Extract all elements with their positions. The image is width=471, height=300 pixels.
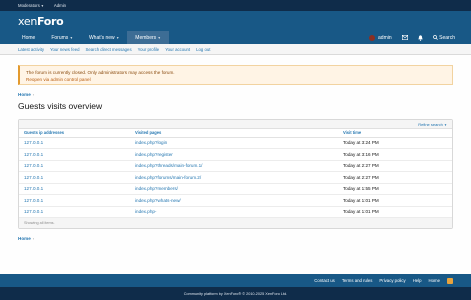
table-row: 127.0.0.1 index.php?login Today at 3:24 PM [19,137,452,149]
column-header-pages[interactable]: Visited pages [130,129,338,138]
table-footer: Showing all items. [19,218,452,228]
search-button[interactable]: Search [428,31,460,44]
chevron-down-icon: ▼ [444,122,447,127]
footer-help[interactable]: Help [413,278,422,283]
time-cell: Today at 1:01 PM [338,194,452,207]
subnav-latest-activity[interactable]: Latest activity [18,47,44,52]
chevron-right-icon: › [32,236,35,241]
breadcrumb-bottom: Home › [18,236,453,241]
chevron-right-icon: › [32,92,35,97]
staff-bar: Moderators ▼ Admin [0,0,471,11]
page-cell[interactable]: index.php?forums/main-forum.2/ [130,171,338,184]
subnav-your-profile[interactable]: Your profile [138,47,160,52]
moderators-label: Moderators [18,3,40,8]
main-content: The forum is currently closed. Only admi… [0,65,471,241]
chevron-down-icon: ▼ [116,35,120,40]
nav-tab-members[interactable]: Members ▼ [127,31,169,44]
site-logo[interactable]: xenForo [18,14,64,28]
main-nav: Home Forums ▼ What's new ▼ Members ▼ admin … [0,31,471,44]
nav-tab-label: Members [135,34,157,41]
filter-bar: Refine search ▼ [19,120,452,129]
table-row: 127.0.0.1 index.php?threads/main-forum.1/… [19,160,452,172]
nav-tab-label: Home [22,34,36,41]
search-icon [432,35,438,40]
bell-icon [418,34,423,41]
ip-cell[interactable]: 127.0.0.1 [19,171,130,184]
subnav-search-messages[interactable]: Search direct messages [86,47,132,52]
time-cell: Today at 1:55 PM [338,183,452,195]
table-row: 127.0.0.1 index.php?forums/main-forum.2/T… [19,171,452,184]
breadcrumb: Home › [18,92,453,97]
ip-cell[interactable]: 127.0.0.1 [19,206,130,218]
footer-contact-us[interactable]: Contact us [314,278,335,283]
ip-cell[interactable]: 127.0.0.1 [19,137,130,149]
sub-nav: Latest activity Your news feed Search di… [0,44,471,55]
time-cell: Today at 2:27 PM [338,171,452,184]
visits-table: Guests ip addresses Visited pages Visit … [19,129,452,218]
page-cell[interactable]: index.php?login [130,137,338,149]
site-header: xenForo [0,11,471,31]
page-cell[interactable]: index.php?register [130,148,338,161]
subnav-news-feed[interactable]: Your news feed [50,47,79,52]
search-label: Search [439,34,455,41]
column-header-ip[interactable]: Guests ip addresses [19,129,130,138]
logo-part-1: xen [18,14,38,28]
chevron-down-icon: ▼ [40,3,44,8]
forum-closed-notice: The forum is currently closed. Only admi… [18,65,453,85]
chevron-down-icon: ▼ [69,35,73,40]
nav-tab-forums[interactable]: Forums ▼ [43,31,81,44]
table-row: 127.0.0.1 index.php- Today at 1:01 PM [19,206,452,218]
column-header-time[interactable]: Visit time [338,129,452,138]
page-cell[interactable]: index.php?members/ [130,183,338,195]
table-row: 127.0.0.1 index.php?members/Today at 1:55… [19,183,452,195]
account-menu[interactable]: admin [364,31,397,44]
reopen-link[interactable]: Reopen via admin control panel [26,77,91,82]
time-cell: Today at 2:27 PM [338,160,452,172]
ip-cell[interactable]: 127.0.0.1 [19,183,130,195]
table-header-row: Guests ip addresses Visited pages Visit … [19,129,452,138]
time-cell: Today at 3:16 PM [338,148,452,161]
username-label: admin [378,34,392,41]
breadcrumb-home[interactable]: Home [18,236,31,241]
rss-icon[interactable] [447,277,453,284]
subnav-your-account[interactable]: Your account [165,47,190,52]
copyright-text: Community platform by XenForo® © 2010-20… [183,291,288,296]
page-title: Guests visits overview [18,101,103,111]
avatar [368,34,375,41]
subnav-log-out[interactable]: Log out [196,47,210,52]
ip-cell[interactable]: 127.0.0.1 [19,148,130,161]
footer-privacy[interactable]: Privacy policy [379,278,405,283]
time-cell: Today at 3:24 PM [338,137,452,149]
nav-tab-home[interactable]: Home [14,31,43,44]
page-cell[interactable]: index.php- [130,206,338,218]
table-row: 127.0.0.1 index.php?register Today at 3:16… [19,148,452,161]
inbox-button[interactable] [397,31,413,44]
alerts-button[interactable] [413,31,428,44]
footer-terms[interactable]: Terms and rules [342,278,373,283]
ip-cell[interactable]: 127.0.0.1 [19,160,130,172]
logo-part-2: Foro [37,14,64,28]
ip-cell[interactable]: 127.0.0.1 [19,194,130,207]
page-cell[interactable]: index.php?threads/main-forum.1/ [130,160,338,172]
visits-block: Refine search ▼ Guests ip addresses Visi… [18,119,453,229]
table-row: 127.0.0.1 index.php?whats-new/Today at 1:… [19,194,452,207]
footer-links-bar: Contact us Terms and rules Privacy polic… [0,274,471,287]
chevron-down-icon: ▼ [157,35,161,40]
time-cell: Today at 1:01 PM [338,206,452,218]
admin-link[interactable]: Admin [54,3,66,8]
nav-tab-whats-new[interactable]: What's new ▼ [81,31,127,44]
envelope-icon [401,35,408,40]
breadcrumb-home[interactable]: Home [18,92,31,97]
nav-tab-label: Forums [51,34,69,41]
refine-search-button[interactable]: Refine search ▼ [418,122,447,127]
copyright-bar: Community platform by XenForo® © 2010-20… [0,287,471,300]
nav-tab-label: What's new [88,34,115,41]
footer-home[interactable]: Home [429,278,440,283]
moderators-menu[interactable]: Moderators ▼ [18,3,44,8]
refine-search-label: Refine search [418,121,443,127]
page-cell[interactable]: index.php?whats-new/ [130,194,338,207]
